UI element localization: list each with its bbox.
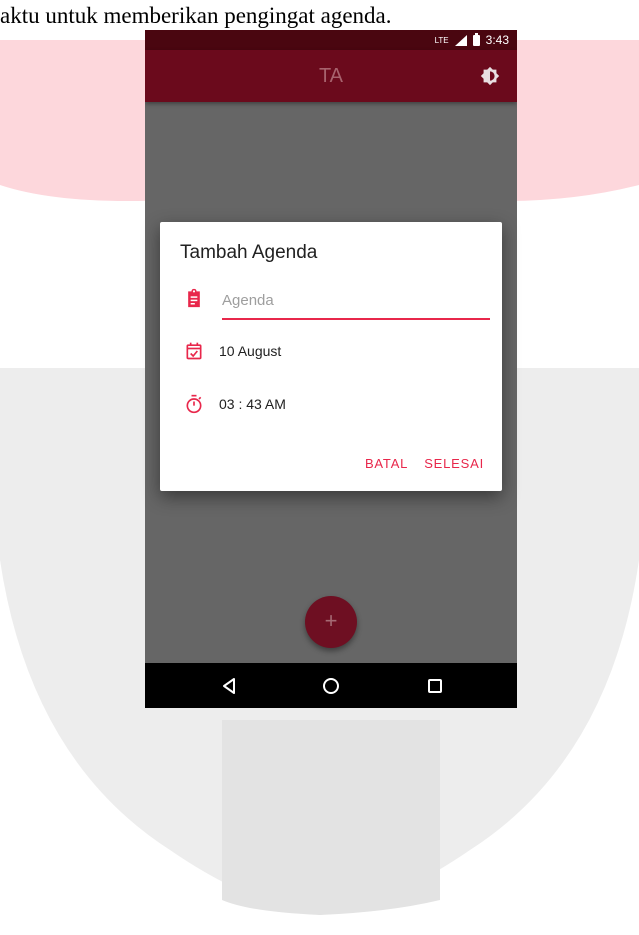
app-bar: TA (145, 50, 517, 102)
navigation-bar (145, 663, 517, 708)
lte-label: LTE (434, 35, 449, 45)
timer-icon (186, 394, 202, 414)
clipboard-icon (188, 288, 200, 308)
done-button[interactable]: SELESAI (424, 456, 484, 471)
time-row[interactable]: 03 : 43 AM (184, 394, 286, 414)
caption-text: aktu untuk memberikan pengingat agenda. (0, 3, 392, 28)
dialog-actions: BATAL SELESAI (365, 456, 484, 471)
add-agenda-dialog: Tambah Agenda 10 August 03 : 43 AM (160, 222, 502, 491)
status-time: 3:43 (485, 33, 509, 47)
back-icon[interactable] (217, 674, 241, 698)
home-icon[interactable] (319, 674, 343, 698)
battery-icon (472, 32, 480, 46)
add-fab-button[interactable]: + (305, 596, 357, 648)
agenda-row (184, 288, 204, 308)
date-value: 10 August (219, 343, 282, 359)
calendar-check-icon (186, 342, 202, 360)
time-value: 03 : 43 AM (219, 396, 286, 412)
status-bar: LTE 3:43 (145, 30, 517, 50)
agenda-input[interactable] (222, 286, 490, 320)
signal-icon (454, 34, 467, 46)
app-title: TA (318, 65, 344, 87)
date-row[interactable]: 10 August (184, 341, 281, 361)
brightness-icon[interactable] (479, 65, 501, 87)
cancel-button[interactable]: BATAL (365, 456, 408, 471)
dialog-title: Tambah Agenda (180, 242, 318, 263)
recents-icon[interactable] (423, 674, 447, 698)
